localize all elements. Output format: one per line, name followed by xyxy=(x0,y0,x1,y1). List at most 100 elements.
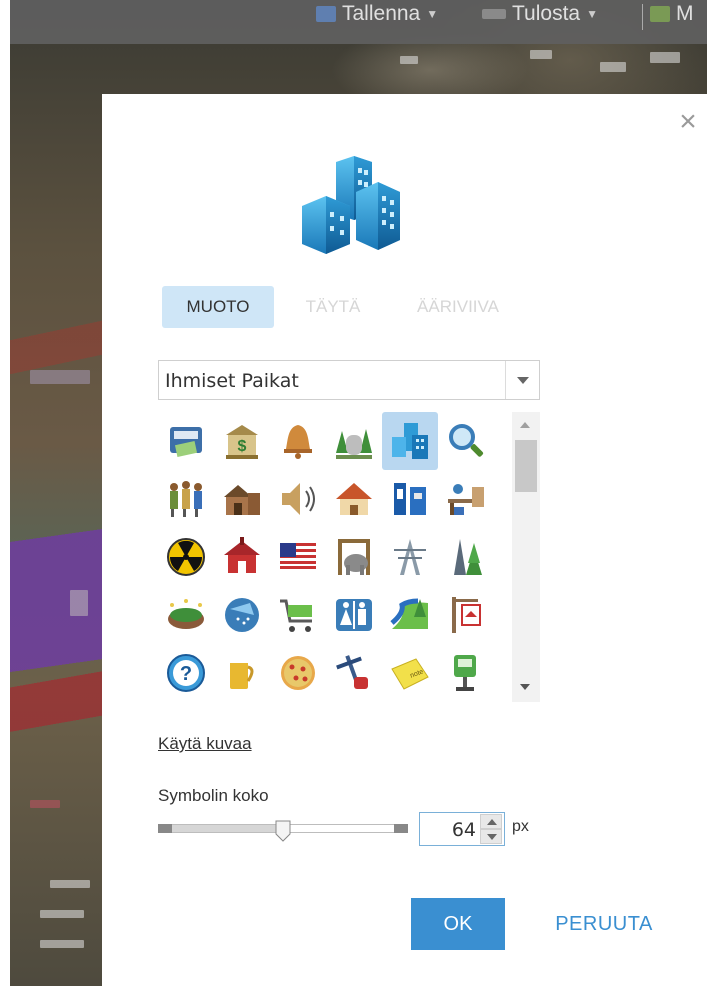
people-icon xyxy=(170,481,202,517)
symbol-option[interactable] xyxy=(382,470,438,528)
symbol-option[interactable]: ? xyxy=(158,644,214,702)
symbol-option[interactable] xyxy=(270,412,326,470)
map-feature xyxy=(40,910,84,918)
symbol-option[interactable] xyxy=(270,470,326,528)
power-tower-icon xyxy=(394,539,426,575)
map-feature xyxy=(530,50,552,59)
symbol-option[interactable] xyxy=(438,528,494,586)
symbol-option[interactable]: note xyxy=(382,644,438,702)
symbol-option[interactable] xyxy=(270,644,326,702)
map-feature xyxy=(600,62,626,72)
map-menu-label: M xyxy=(676,2,694,25)
select-toggle[interactable] xyxy=(505,361,539,399)
symbol-option[interactable] xyxy=(158,528,214,586)
atm-icon xyxy=(170,427,202,457)
symbol-option[interactable] xyxy=(270,528,326,586)
symbol-scrollbar[interactable] xyxy=(512,412,540,702)
cemetery-icon xyxy=(336,429,372,459)
bell-icon xyxy=(284,425,312,459)
parking-meter-icon xyxy=(454,655,476,691)
speaker-icon xyxy=(282,483,315,515)
map-feature xyxy=(50,880,90,888)
svg-text:?: ? xyxy=(180,663,192,685)
size-stepper[interactable]: 64 xyxy=(419,812,505,846)
save-icon xyxy=(316,6,336,22)
slider-handle[interactable] xyxy=(275,820,291,842)
radiation-icon xyxy=(167,538,205,576)
tab-shape[interactable]: MUOTO xyxy=(162,286,274,328)
map-feature xyxy=(40,940,84,948)
increment-button[interactable] xyxy=(480,814,502,829)
oil-pump-icon xyxy=(336,655,368,689)
print-menu-label: Tulosta xyxy=(512,2,581,25)
symbol-option[interactable] xyxy=(214,644,270,702)
symbol-option[interactable] xyxy=(326,644,382,702)
category-select[interactable]: Ihmiset Paikat xyxy=(158,360,540,400)
school-house-icon xyxy=(224,537,260,573)
slider-end-left xyxy=(158,824,172,833)
symbol-option[interactable] xyxy=(382,528,438,586)
river-park-icon xyxy=(390,598,428,629)
symbol-option[interactable] xyxy=(438,470,494,528)
symbol-option[interactable] xyxy=(158,412,214,470)
save-menu-label: Tallenna xyxy=(342,2,421,25)
barn-icon xyxy=(224,485,260,515)
symbol-option[interactable] xyxy=(382,412,438,470)
us-flag-icon xyxy=(280,543,316,569)
ok-button[interactable]: OK xyxy=(411,898,505,950)
svg-text:$: $ xyxy=(238,438,247,455)
magnifier-icon xyxy=(449,424,484,457)
stadium-icon xyxy=(168,599,204,629)
save-menu[interactable]: Tallenna ▼ xyxy=(316,2,438,26)
scroll-down-icon[interactable] xyxy=(520,684,530,690)
page-edge xyxy=(0,0,10,986)
shopping-cart-icon xyxy=(280,599,312,632)
map-menu[interactable]: M xyxy=(650,2,694,26)
scroll-thumb[interactable] xyxy=(515,440,537,492)
category-select-value: Ihmiset Paikat xyxy=(165,370,299,392)
symbol-option[interactable] xyxy=(326,586,382,644)
symbol-option[interactable] xyxy=(326,528,382,586)
symbol-option[interactable] xyxy=(438,586,494,644)
map-feature xyxy=(30,800,60,808)
size-slider[interactable] xyxy=(158,820,408,842)
symbol-option[interactable] xyxy=(214,528,270,586)
symbol-option[interactable] xyxy=(270,586,326,644)
help-icon: ? xyxy=(167,654,205,692)
bank-icon: $ xyxy=(226,425,258,459)
slider-remaining xyxy=(288,824,408,833)
tab-outline[interactable]: ÄÄRIVIIVA xyxy=(398,286,518,328)
size-unit: px xyxy=(512,818,529,835)
decrement-button[interactable] xyxy=(480,829,502,844)
symbol-option[interactable] xyxy=(326,470,382,528)
map-feature xyxy=(650,52,680,63)
map-feature xyxy=(70,590,88,616)
restroom-icon xyxy=(336,599,372,631)
print-menu[interactable]: Tulosta ▼ xyxy=(482,2,598,26)
symbol-dialog: × MUOTO TÄYTÄ ÄÄRIVIIVA Ihmiset Paikat $… xyxy=(102,94,707,986)
symbol-option[interactable]: $ xyxy=(214,412,270,470)
buildings-icon xyxy=(302,156,400,254)
scroll-up-icon[interactable] xyxy=(520,422,530,428)
symbol-option[interactable] xyxy=(326,412,382,470)
chevron-down-icon xyxy=(517,377,529,384)
chevron-down-icon: ▼ xyxy=(426,7,439,21)
shower-icon xyxy=(225,598,259,632)
pizza-icon xyxy=(281,656,315,690)
use-image-link[interactable]: Käytä kuvaa xyxy=(158,734,252,754)
symbol-option[interactable] xyxy=(158,586,214,644)
symbol-option[interactable] xyxy=(214,470,270,528)
buildings-icon xyxy=(392,423,428,459)
symbol-option[interactable] xyxy=(438,412,494,470)
office-desk-icon xyxy=(448,484,484,515)
symbol-option[interactable] xyxy=(438,644,494,702)
symbol-option[interactable] xyxy=(382,586,438,644)
symbol-option[interactable] xyxy=(158,470,214,528)
map-feature xyxy=(400,56,418,64)
tab-fill[interactable]: TÄYTÄ xyxy=(288,286,378,328)
slider-end-right xyxy=(394,824,408,833)
close-icon[interactable]: × xyxy=(676,107,700,137)
chevron-down-icon: ▼ xyxy=(586,7,598,21)
cancel-button[interactable]: PERUUTA xyxy=(544,898,664,950)
symbol-option[interactable] xyxy=(214,586,270,644)
